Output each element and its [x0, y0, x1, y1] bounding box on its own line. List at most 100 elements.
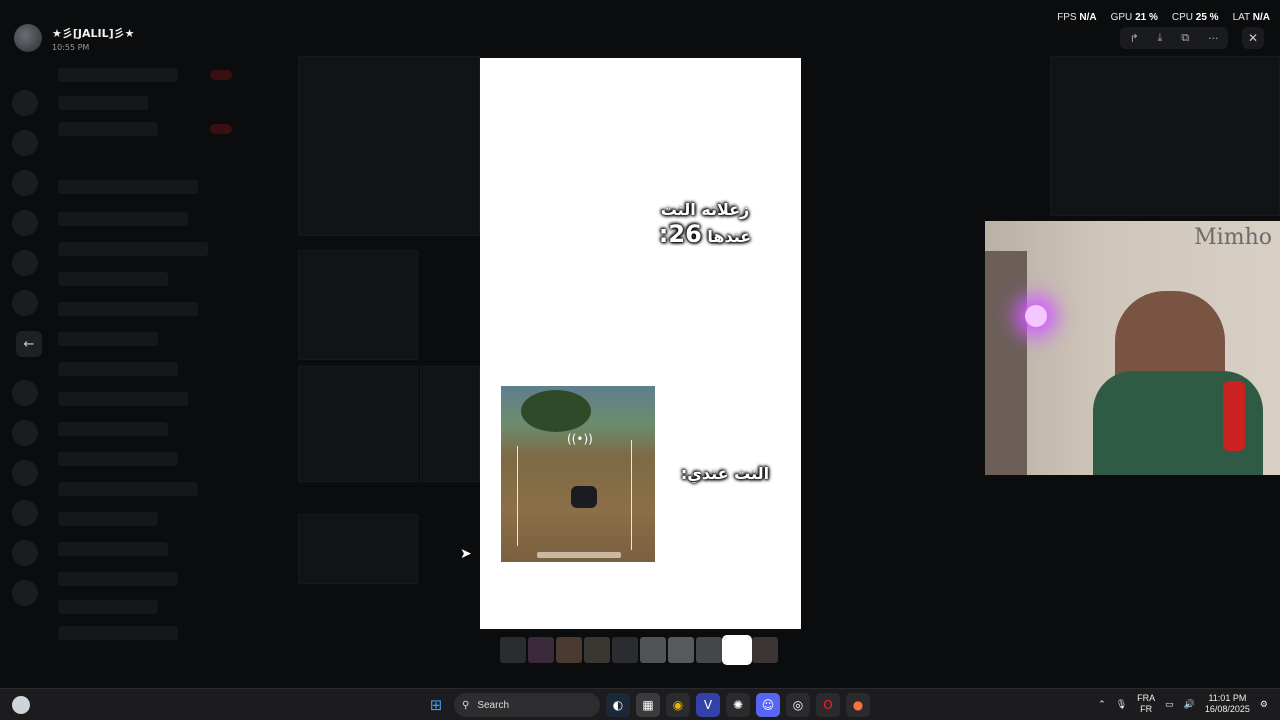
dm-row — [58, 212, 188, 226]
mouse-cursor-icon: ➤ — [460, 546, 472, 562]
profile-panel — [1050, 56, 1280, 216]
windows-icon: ⊞ — [429, 696, 443, 714]
channel-row — [58, 96, 148, 110]
search-label: Search — [477, 699, 510, 711]
uploader-info: ★彡[JALIL]彡★ 10:55 PM — [14, 24, 135, 52]
chatgpt-icon[interactable]: ✺ — [726, 693, 750, 717]
avatar — [14, 24, 42, 52]
volume-icon[interactable]: 🔊 — [1184, 699, 1195, 710]
dm-row — [58, 626, 178, 640]
server-icon — [12, 460, 38, 486]
game-clip-image: ((•)) — [501, 386, 655, 562]
server-icon — [12, 130, 38, 156]
discord-icon[interactable]: ☺ — [756, 693, 780, 717]
close-button[interactable]: ✕ — [1242, 27, 1264, 49]
wifi-icon: ((•)) — [567, 432, 593, 446]
steam-icon[interactable]: ◐ — [606, 693, 630, 717]
caption-top: زعلانه النت عندها 26: — [630, 198, 780, 249]
taskbar: ⊞ ⚲ Search ◐ ▦ ◉ V ✺ ☺ ◎ O ● ⌃ 🎙 FRA FR … — [0, 688, 1280, 720]
stat-fps: FPS N/A — [1057, 12, 1097, 23]
task-manager-icon[interactable]: ▦ — [636, 693, 660, 717]
chat-image — [298, 56, 480, 236]
clock[interactable]: 11:01 PM 16/08/2025 — [1205, 693, 1250, 715]
upload-time: 10:55 PM — [52, 42, 90, 52]
stat-gpu: GPU 21 % — [1110, 12, 1158, 23]
dm-row — [58, 572, 178, 586]
search-icon: ⚲ — [462, 699, 470, 711]
chrome-icon[interactable]: ◉ — [666, 693, 690, 717]
download-icon[interactable]: ⤓ — [1158, 31, 1163, 45]
server-icon — [12, 580, 38, 606]
close-icon: ✕ — [1247, 31, 1259, 45]
dm-row — [58, 392, 188, 406]
thumbnail[interactable] — [696, 637, 722, 663]
server-icon — [12, 420, 38, 446]
open-external-icon[interactable]: ⧉ — [1181, 31, 1189, 45]
thumbnail[interactable] — [500, 637, 526, 663]
thumbnail[interactable] — [584, 637, 610, 663]
media-preview[interactable]: زعلانه النت عندها 26: ((•)) النت عندي: — [480, 58, 801, 629]
dm-row — [58, 272, 168, 286]
unread-badge — [210, 124, 232, 134]
dm-row — [58, 542, 168, 556]
opera-icon[interactable]: O — [816, 693, 840, 717]
previous-media-button[interactable]: ← — [16, 331, 42, 357]
arrow-left-icon: ← — [23, 336, 35, 352]
language-indicator[interactable]: FRA FR — [1137, 693, 1155, 715]
dm-row — [58, 180, 198, 194]
server-icon — [12, 210, 38, 236]
network-icon[interactable]: ▭ — [1165, 699, 1174, 710]
unread-badge — [210, 70, 232, 80]
dm-row — [58, 482, 198, 496]
media-thumbnail-strip — [500, 635, 778, 665]
thumbnail[interactable] — [528, 637, 554, 663]
weather-widget-icon[interactable] — [12, 696, 30, 714]
thumbnail-active[interactable] — [722, 635, 752, 665]
dm-row — [58, 452, 178, 466]
vpn-icon[interactable]: V — [696, 693, 720, 717]
stat-lat: LAT N/A — [1232, 12, 1270, 23]
microphone — [1223, 381, 1245, 451]
server-icon — [12, 250, 38, 276]
dm-row — [58, 512, 158, 526]
thumbnail[interactable] — [668, 637, 694, 663]
webcam-watermark: Mimho — [1194, 225, 1272, 250]
server-icon — [12, 90, 38, 116]
caption-top-number: 26: — [658, 220, 702, 248]
microphone-icon[interactable]: 🎙 — [1116, 699, 1127, 710]
chat-image — [298, 514, 418, 584]
purple-light — [1025, 305, 1047, 327]
server-icon — [12, 500, 38, 526]
server-icon — [12, 540, 38, 566]
stat-cpu: CPU 25 % — [1171, 12, 1219, 23]
forward-icon[interactable]: ↱ — [1129, 32, 1138, 45]
health-bar — [537, 552, 621, 558]
caption-top-word: عندها — [707, 227, 752, 246]
performance-overlay: FPS N/A GPU 21 % CPU 25 % LAT N/A — [1057, 12, 1270, 23]
thumbnail[interactable] — [752, 637, 778, 663]
system-tray: ⌃ 🎙 FRA FR ▭ 🔊 11:01 PM 16/08/2025 ⚙ — [1098, 693, 1268, 715]
dm-row — [58, 302, 198, 316]
start-button[interactable]: ⊞ — [424, 693, 448, 717]
channel-row — [58, 68, 178, 82]
thumbnail[interactable] — [640, 637, 666, 663]
door — [985, 251, 1027, 475]
chevron-up-icon[interactable]: ⌃ — [1098, 699, 1106, 710]
chat-image — [298, 250, 418, 360]
caption-top-line1: زعلانه النت — [660, 200, 750, 219]
obs-icon[interactable]: ◎ — [786, 693, 810, 717]
thumbnail[interactable] — [612, 637, 638, 663]
caption-top-line2: عندها 26: — [630, 222, 780, 249]
media-viewer-toolbar: ↱ ⤓ ⧉ ··· — [1120, 27, 1228, 49]
thumbnail[interactable] — [556, 637, 582, 663]
hud-line — [631, 440, 632, 550]
dm-row — [58, 242, 208, 256]
more-options-icon[interactable]: ··· — [1208, 32, 1219, 45]
chat-image — [298, 366, 418, 482]
dm-row — [58, 332, 158, 346]
settings-icon[interactable]: ⚙ — [1260, 699, 1268, 710]
firefox-icon[interactable]: ● — [846, 693, 870, 717]
taskbar-search[interactable]: ⚲ Search — [454, 693, 600, 717]
channel-row — [58, 122, 158, 136]
player-character — [571, 486, 597, 508]
